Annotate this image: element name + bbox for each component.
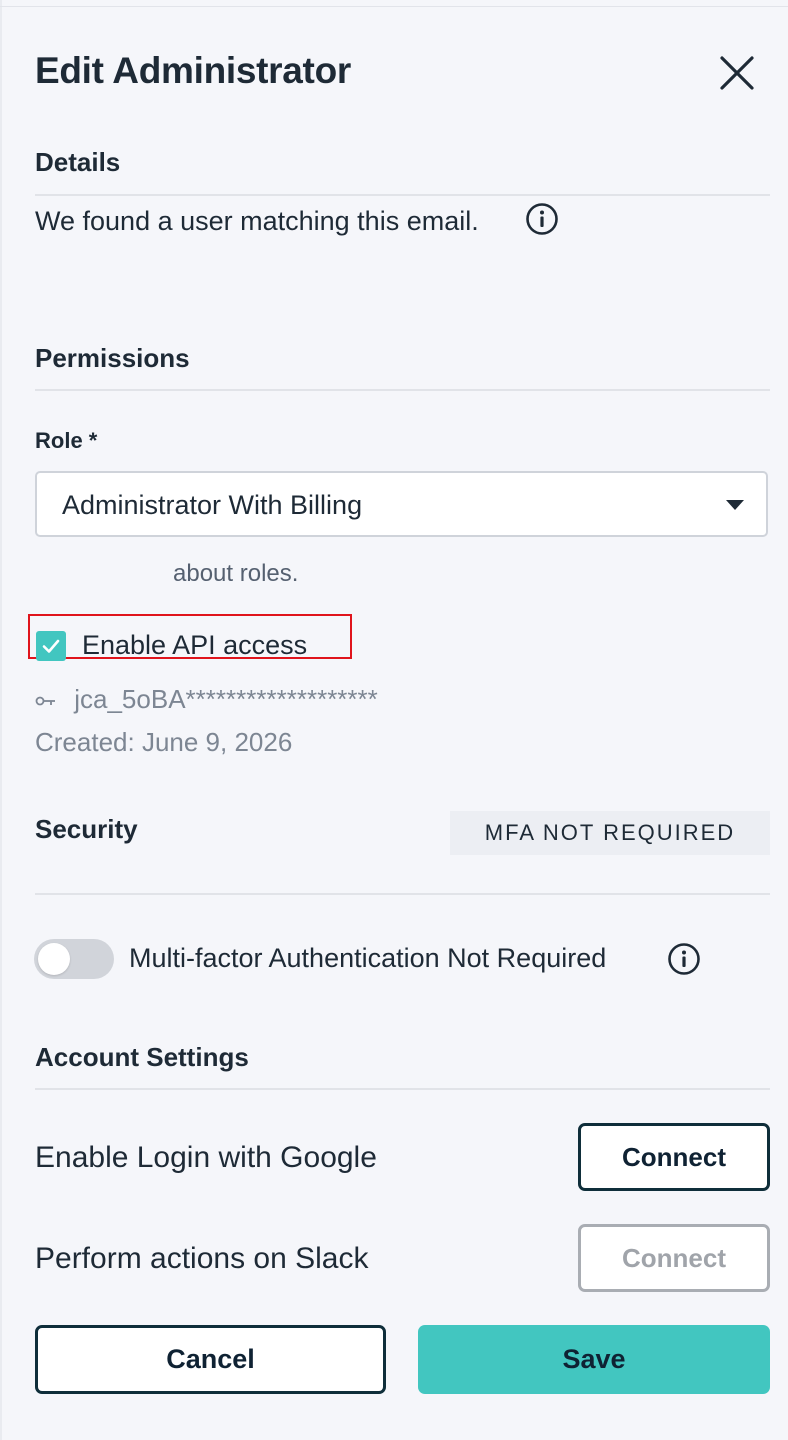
details-divider xyxy=(35,194,770,196)
save-button[interactable]: Save xyxy=(418,1325,770,1394)
close-icon xyxy=(720,56,754,90)
info-icon[interactable] xyxy=(667,942,701,976)
caret-down-icon xyxy=(726,500,744,510)
permissions-divider xyxy=(35,389,770,391)
api-key-value: jca_5oBA******************* xyxy=(74,684,378,714)
api-key-row: jca_5oBA******************* xyxy=(35,684,378,715)
role-label: Role * xyxy=(35,428,98,453)
role-select-value: Administrator With Billing xyxy=(62,490,363,520)
details-heading: Details xyxy=(35,147,121,177)
enable-api-access-checkbox[interactable]: Enable API access xyxy=(28,614,352,661)
account-settings-heading: Account Settings xyxy=(35,1042,249,1072)
toggle-knob xyxy=(38,943,70,975)
page-title: Edit Administrator xyxy=(35,50,351,91)
user-match-text: We found a user matching this email. xyxy=(35,206,479,236)
role-select[interactable]: Administrator With Billing xyxy=(35,471,768,537)
mfa-status-badge: MFA NOT REQUIRED xyxy=(450,811,770,855)
roles-hint-link[interactable]: about roles. xyxy=(173,560,298,588)
checkbox-checked[interactable] xyxy=(36,631,66,661)
close-button[interactable] xyxy=(716,52,758,94)
check-icon xyxy=(42,639,60,653)
enable-api-access-label: Enable API access xyxy=(82,630,308,660)
panel-edge xyxy=(0,0,2,1440)
slack-connect-button[interactable]: Connect xyxy=(578,1224,770,1292)
mfa-toggle-label: Multi-factor Authentication Not Required xyxy=(129,943,607,973)
mfa-toggle[interactable] xyxy=(34,939,114,979)
top-divider xyxy=(0,6,788,7)
permissions-heading: Permissions xyxy=(35,343,190,373)
security-heading: Security xyxy=(35,814,138,844)
cancel-button[interactable]: Cancel xyxy=(35,1325,386,1394)
account-settings-divider xyxy=(35,1088,770,1090)
info-icon[interactable] xyxy=(525,202,559,236)
google-login-label: Enable Login with Google xyxy=(35,1141,377,1174)
slack-actions-label: Perform actions on Slack xyxy=(35,1242,369,1275)
api-key-created-date: Created: June 9, 2026 xyxy=(35,727,293,757)
google-connect-button[interactable]: Connect xyxy=(578,1123,770,1191)
key-icon xyxy=(35,696,55,706)
security-divider xyxy=(35,893,770,895)
